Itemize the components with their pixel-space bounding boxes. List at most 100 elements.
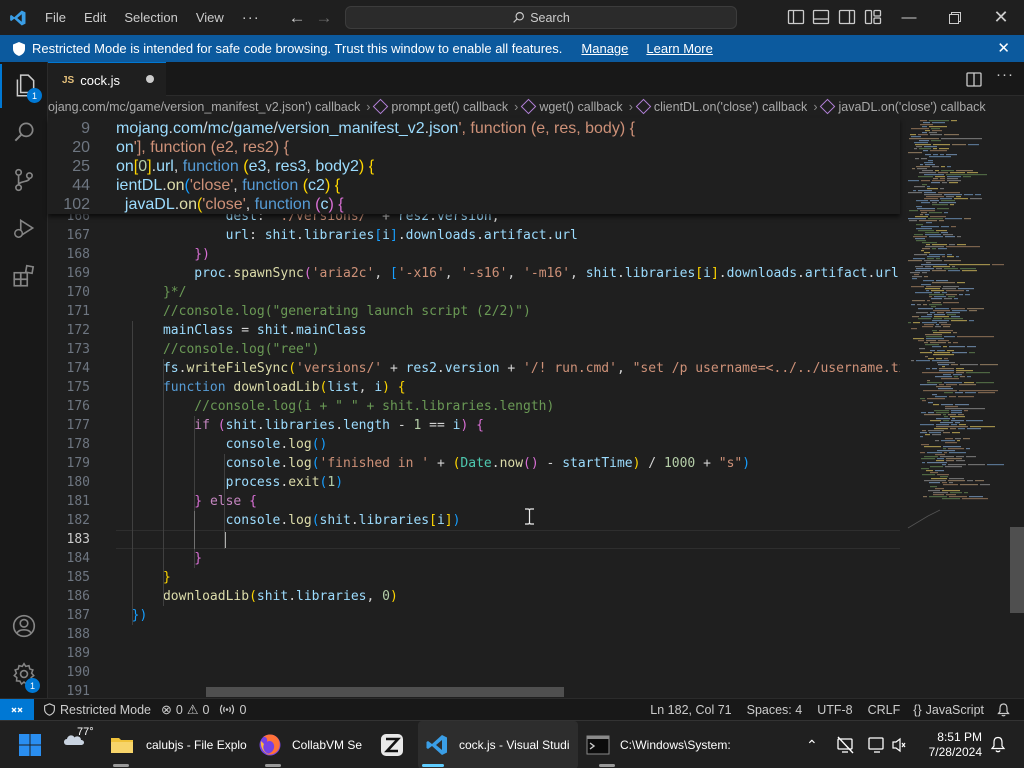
breadcrumb-item-url-callback[interactable]: ojang.com/mc/game/version_manifest_v2.js… (48, 100, 360, 114)
vscode-logo-icon[interactable] (0, 0, 36, 35)
command-center-search[interactable]: Search (345, 6, 737, 29)
unsaved-dot-icon[interactable] (146, 75, 154, 83)
windows-start-icon[interactable] (18, 721, 48, 768)
language-mode[interactable]: {} JavaScript (908, 703, 992, 717)
code-line[interactable]: 179 console.log('finished in ' + (Date.n… (48, 454, 900, 473)
clock-date: 7/28/2024 (928, 745, 982, 759)
menu-selection[interactable]: Selection (115, 0, 186, 35)
toggle-panel-icon[interactable] (812, 9, 830, 25)
source-control-icon[interactable] (0, 158, 48, 202)
notifications-bell-icon[interactable] (992, 702, 1024, 717)
extensions-icon[interactable] (0, 254, 48, 298)
code-line[interactable]: 176 //console.log(i + " " + shit.librari… (48, 397, 900, 416)
code-line[interactable]: 168 }) (48, 245, 900, 264)
customize-layout-icon[interactable] (864, 9, 882, 25)
taskbar-app-firefox[interactable]: CollabVM Se (258, 721, 368, 768)
text-cursor-icon (525, 508, 534, 525)
notification-bell-icon[interactable] (990, 736, 1006, 754)
close-window-button[interactable]: ✕ (978, 0, 1024, 35)
taskbar-app-label: cock.js - Visual Studi (459, 738, 570, 752)
sticky-line[interactable]: 25 on[0].url, function (e3, res3, body2) … (48, 157, 900, 176)
learn-more-link[interactable]: Learn More (646, 41, 712, 56)
vertical-scroll-thumb[interactable] (1010, 527, 1024, 613)
code-line[interactable]: 171 //console.log("generating launch scr… (48, 302, 900, 321)
accounts-icon[interactable] (0, 604, 48, 648)
encoding-status[interactable]: UTF-8 (812, 703, 862, 717)
run-debug-icon[interactable] (0, 206, 48, 250)
breadcrumb-item-clientdl[interactable]: clientDL.on('close') callback (654, 100, 807, 114)
code-line[interactable]: 188 (48, 625, 900, 644)
code-line[interactable]: 184 } (48, 549, 900, 568)
menu-file[interactable]: File (36, 0, 75, 35)
breadcrumb-item-wget[interactable]: wget() callback (539, 100, 622, 114)
code-line[interactable]: 172 mainClass = shit.mainClass (48, 321, 900, 340)
code-line[interactable]: 174 fs.writeFileSync('versions/' + res2.… (48, 359, 900, 378)
toggle-primary-sidebar-icon[interactable] (787, 9, 805, 25)
minimap[interactable] (900, 118, 1010, 696)
code-line[interactable]: 181 } else { (48, 492, 900, 511)
code-line[interactable]: 175 function downloadLib(list, i) { (48, 378, 900, 397)
weather-widget[interactable]: 77° (60, 721, 100, 768)
show-hidden-icons-chevron-icon[interactable]: ⌃ (806, 721, 820, 768)
taskbar-app-zed[interactable] (380, 721, 410, 768)
more-actions-icon[interactable]: ··· (994, 66, 1016, 90)
breadcrumb-item-prompt-get[interactable]: prompt.get() callback (391, 100, 508, 114)
volume-muted-icon[interactable] (892, 737, 906, 753)
clock[interactable]: 8:51 PM 7/28/2024 (918, 721, 982, 768)
toggle-secondary-sidebar-icon[interactable] (838, 9, 856, 25)
taskbar-app-label: CollabVM Se (292, 738, 363, 752)
code-line[interactable]: 189 (48, 644, 900, 663)
code-line[interactable]: 186 downloadLib(shit.libraries, 0) (48, 587, 900, 606)
close-banner-icon[interactable]: ✕ (997, 39, 1010, 57)
horizontal-scroll-thumb[interactable] (206, 687, 564, 697)
taskbar-app-command-prompt[interactable]: C:\Windows\System: (586, 721, 736, 768)
search-view-icon[interactable] (0, 110, 48, 154)
network-disconnected-icon[interactable] (836, 736, 854, 754)
display-icon[interactable] (868, 736, 886, 754)
code-line[interactable]: 169 proc.spawnSync('aria2c', ['-x16', '-… (48, 264, 900, 283)
menu-view[interactable]: View (187, 0, 233, 35)
ports-status[interactable]: 0 (214, 703, 251, 717)
manage-link[interactable]: Manage (581, 41, 628, 56)
restricted-mode-label: Restricted Mode (60, 702, 152, 717)
code-line[interactable]: 180 process.exit(1) (48, 473, 900, 492)
indentation-status[interactable]: Spaces: 4 (742, 703, 813, 717)
breadcrumb-item-javadl[interactable]: javaDL.on('close') callback (838, 100, 985, 114)
line-number: 168 (66, 247, 90, 262)
settings-gear-icon[interactable]: 1 (0, 652, 48, 696)
code-line[interactable]: 187 }) (48, 606, 900, 625)
code-line[interactable]: 170 }*/ (48, 283, 900, 302)
vscode-icon (426, 735, 447, 755)
code-line[interactable]: 185 } (48, 568, 900, 587)
code-line[interactable]: 177 if (shit.libraries.length - 1 == i) … (48, 416, 900, 435)
remote-indicator-icon[interactable] (0, 698, 34, 721)
sticky-line[interactable]: 9 mojang.com/mc/game/version_manifest_v2.… (48, 119, 900, 138)
code-line[interactable]: 178 console.log() (48, 435, 900, 454)
code-line[interactable]: 183 (48, 530, 900, 549)
sticky-line[interactable]: 102 javaDL.on('close', function (c) { (48, 195, 900, 214)
tab-cock-js[interactable]: JS cock.js (48, 62, 166, 97)
menu-more[interactable]: ··· (233, 0, 269, 35)
code-line[interactable]: 173 //console.log("ree") (48, 340, 900, 359)
code-line[interactable]: 190 (48, 663, 900, 682)
sticky-scroll[interactable]: 9 mojang.com/mc/game/version_manifest_v2.… (48, 118, 900, 214)
line-number: 167 (66, 228, 90, 243)
explorer-icon[interactable]: 1 (0, 64, 48, 108)
taskbar-app-file-explorer[interactable]: calubjs - File Explo (106, 721, 256, 768)
sticky-line[interactable]: 44 ientDL.on('close', function (c2) { (48, 176, 900, 195)
code-line[interactable]: 182 console.log(shit.libraries[i]) (48, 511, 900, 530)
eol-status[interactable]: CRLF (863, 703, 909, 717)
restore-button[interactable] (932, 0, 978, 35)
sticky-line[interactable]: 20 on'], function (e2, res2) { (48, 138, 900, 157)
forward-arrow-icon[interactable]: → (313, 7, 335, 29)
restricted-mode-status[interactable]: Restricted Mode (38, 703, 156, 717)
menu-edit[interactable]: Edit (75, 0, 115, 35)
back-arrow-icon[interactable]: ← (286, 7, 308, 29)
taskbar-app-vscode[interactable]: cock.js - Visual Studi (418, 721, 578, 768)
minimize-button[interactable]: — (886, 0, 932, 35)
split-editor-icon[interactable] (966, 72, 982, 87)
cursor-position[interactable]: Ln 182, Col 71 (645, 703, 741, 717)
line-code: //console.log(i + " " + shit.libraries.l… (194, 399, 555, 414)
code-line[interactable]: 167 url: shit.libraries[i].downloads.art… (48, 226, 900, 245)
problems-status[interactable]: ⊗ 0 ⚠ 0 (156, 702, 214, 718)
